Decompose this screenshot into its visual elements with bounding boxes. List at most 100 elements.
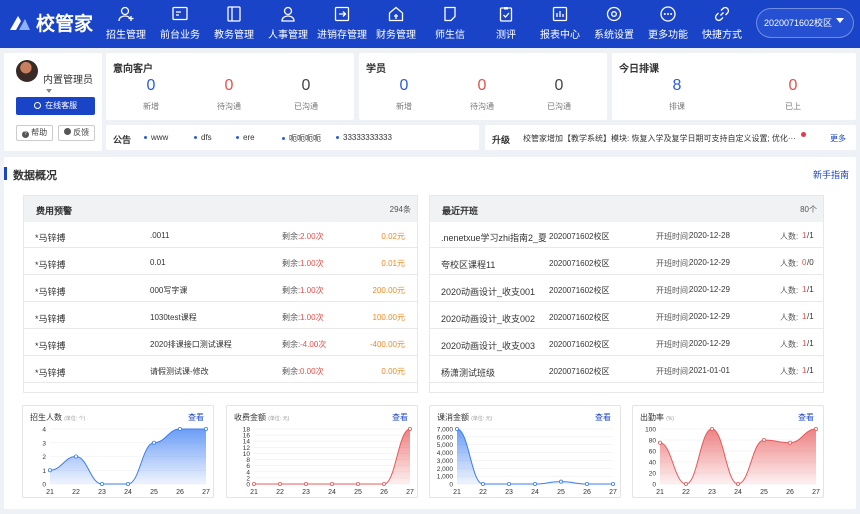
data-point bbox=[558, 479, 563, 484]
nav-shortcuts[interactable]: 快捷方式 bbox=[694, 5, 750, 41]
today-stat-scheduled[interactable]: 8 排课 bbox=[642, 71, 712, 112]
class-name: 2020动画设计_收支002 bbox=[441, 314, 536, 324]
class-campus: 2020071602校区 bbox=[549, 286, 610, 295]
data-point bbox=[177, 426, 182, 431]
nav-more[interactable]: 更多功能 bbox=[640, 5, 696, 41]
help-button[interactable]: ? 帮助 bbox=[16, 125, 53, 141]
notice-item[interactable]: ere bbox=[236, 133, 255, 142]
x-tick-label: 25 bbox=[760, 489, 768, 496]
table-row[interactable]: *马锌搏 请假测试课-修改 剩余: 0.00次 0.00元 bbox=[24, 357, 417, 383]
table-row[interactable]: *马锌搏 000写字课 剩余: 1.00次 200.00元 bbox=[24, 276, 417, 302]
nav-inventory[interactable]: 进销存管理 bbox=[314, 5, 370, 41]
people-total: /1 bbox=[807, 231, 814, 240]
data-point bbox=[381, 482, 386, 487]
class-name: 杨潇测试班级 bbox=[441, 368, 496, 378]
guide-link[interactable]: 新手指南 bbox=[813, 168, 849, 181]
table-row[interactable]: 2020动画设计_收支003 2020071602校区 开班时间: 2020-12-2… bbox=[430, 330, 823, 356]
chart-card-income: 收费金额 (单位: 元) 查看 0 2 4 6 8 10 12 14 16 18 21 22 23 24 2… bbox=[226, 405, 418, 498]
stat-caption: 已沟通 bbox=[547, 102, 571, 111]
recent-classes-count: 80个 bbox=[800, 205, 817, 214]
data-point bbox=[507, 482, 512, 487]
data-point bbox=[481, 482, 486, 487]
people-label: 人数: bbox=[780, 340, 799, 349]
remain-label: 剩余: bbox=[282, 259, 301, 268]
link-icon bbox=[714, 6, 730, 22]
nav-academic[interactable]: 教务管理 bbox=[206, 5, 262, 41]
recent-classes-table: 最近开班 80个 .nenetxue学习zhi指南2_夏天···20200716… bbox=[429, 195, 824, 393]
stat-caption: 新增 bbox=[143, 102, 159, 111]
upgrade-more-link[interactable]: 更多 bbox=[830, 133, 846, 144]
stat-value: 0 bbox=[554, 77, 564, 94]
table-row[interactable]: 2020动画设计_收支002 2020071602校区 开班时间: 2020-12-2… bbox=[430, 303, 823, 329]
student-name: *马锌搏 bbox=[35, 287, 66, 297]
notice-item[interactable]: www bbox=[144, 133, 168, 142]
nav-reports[interactable]: 报表中心 bbox=[532, 5, 588, 41]
y-tick-label: 1 bbox=[42, 468, 46, 475]
table-row[interactable]: 夸校区课程11 2020071602校区 开班时间: 2020-12-29 人数: 0/0 bbox=[430, 249, 823, 275]
people-label: 人数: bbox=[780, 367, 799, 376]
nav-frontdesk[interactable]: 前台业务 bbox=[152, 5, 208, 41]
campus-selector[interactable]: 2020071602校区 bbox=[756, 8, 854, 38]
y-tick-label: 0 bbox=[652, 482, 656, 489]
table-row[interactable]: *马锌搏 2020排课接口测试课程 剩余: -4.00次 -400.00元 bbox=[24, 330, 417, 356]
remain-value: 1.00次 bbox=[300, 286, 324, 295]
students-stat-pending[interactable]: 0 待沟通 bbox=[447, 71, 517, 112]
students-stat-done[interactable]: 0 已沟通 bbox=[524, 71, 594, 112]
x-tick-label: 22 bbox=[682, 489, 690, 496]
data-point bbox=[407, 426, 412, 431]
fee-alert-table: 费用预警 294条 *马锌搏 .0011 剩余: 2.00次 0.02元 *马锌搏 0.01… bbox=[23, 195, 418, 393]
people-total: /1 bbox=[807, 339, 814, 348]
consumption-chart: 01,0002,0003,0004,0005,0006,0007,000 21 22… bbox=[437, 427, 617, 497]
people-label: 人数: bbox=[780, 259, 799, 268]
nav-settings[interactable]: 系统设置 bbox=[586, 5, 642, 41]
leads-stat-done[interactable]: 0 已沟通 bbox=[271, 71, 341, 112]
remain-value: 0.00次 bbox=[300, 367, 324, 376]
x-tick-label: 27 bbox=[406, 489, 414, 496]
nav-finance[interactable]: 财务管理 bbox=[368, 5, 424, 41]
nav-label: 招生管理 bbox=[106, 30, 146, 41]
finance-icon bbox=[388, 6, 404, 22]
y-tick-label: 4,000 bbox=[437, 450, 454, 457]
leads-stat-new[interactable]: 0 新增 bbox=[116, 71, 186, 112]
upgrade-text[interactable]: 校管家增加【教学系统】模块: 恢复入学及复学日期可支持自定义设置; 优化··· bbox=[523, 133, 803, 144]
nav-assessment[interactable]: 测评 bbox=[478, 5, 534, 41]
y-tick-label: 3,000 bbox=[437, 458, 454, 465]
headset-icon bbox=[33, 102, 41, 109]
x-tick-label: 27 bbox=[812, 489, 820, 496]
table-row[interactable]: *马锌搏 1030test课程 剩余: 1.00次 100.00元 bbox=[24, 303, 417, 329]
series-area bbox=[660, 429, 816, 484]
table-row[interactable]: *马锌搏 0.01 剩余: 1.00次 0.01元 bbox=[24, 249, 417, 275]
app-logo[interactable]: 校管家 bbox=[8, 9, 93, 36]
data-point bbox=[710, 426, 715, 431]
table-row[interactable]: *马锌搏 .0011 剩余: 2.00次 0.02元 bbox=[24, 222, 417, 248]
students-stat-new[interactable]: 0 新增 bbox=[369, 71, 439, 112]
stat-value: 8 bbox=[672, 77, 682, 94]
today-stat-done[interactable]: 0 已上 bbox=[758, 71, 828, 112]
class-campus: 2020071602校区 bbox=[549, 367, 610, 376]
nav-label: 更多功能 bbox=[648, 30, 688, 41]
user-name[interactable]: 内置管理员 bbox=[43, 71, 102, 97]
y-tick-label: 80 bbox=[649, 438, 657, 445]
nav-recruitment[interactable]: 招生管理 bbox=[98, 5, 154, 41]
leads-stat-pending[interactable]: 0 待沟通 bbox=[194, 71, 264, 112]
notice-item[interactable]: dfs bbox=[194, 133, 212, 142]
nav-hr[interactable]: 人事管理 bbox=[260, 5, 316, 41]
stat-caption: 已沟通 bbox=[294, 102, 318, 111]
feedback-button[interactable]: 反馈 bbox=[58, 125, 95, 141]
class-date: 2020-12-28 bbox=[689, 231, 730, 240]
y-tick-label: 4 bbox=[246, 469, 250, 476]
x-tick-label: 22 bbox=[276, 489, 284, 496]
nav-messages[interactable]: 师生信 bbox=[422, 5, 478, 41]
book-icon bbox=[227, 6, 241, 22]
online-service-button[interactable]: 在线客服 bbox=[16, 97, 95, 115]
data-point bbox=[47, 468, 52, 473]
table-row[interactable]: .nenetxue学习zhi指南2_夏天···2020071602校区 开班时间:… bbox=[430, 222, 823, 248]
notice-item[interactable]: 33333333333 bbox=[336, 133, 392, 142]
stat-value: 0 bbox=[788, 77, 798, 94]
notice-item[interactable]: 呃呃呃呃 bbox=[282, 133, 321, 144]
notice-bar: 公告 www dfs ere 呃呃呃呃 33333333333 bbox=[106, 125, 479, 150]
attendance-chart: 0 20 40 60 80 100 21 22 23 24 25 26 27 bbox=[645, 426, 820, 497]
avatar[interactable] bbox=[16, 60, 38, 82]
table-row[interactable]: 杨潇测试班级 2020071602校区 开班时间: 2021-01-01 人数: 1/1 bbox=[430, 357, 823, 383]
table-row[interactable]: 2020动画设计_收支001 2020071602校区 开班时间: 2020-12-2… bbox=[430, 276, 823, 302]
